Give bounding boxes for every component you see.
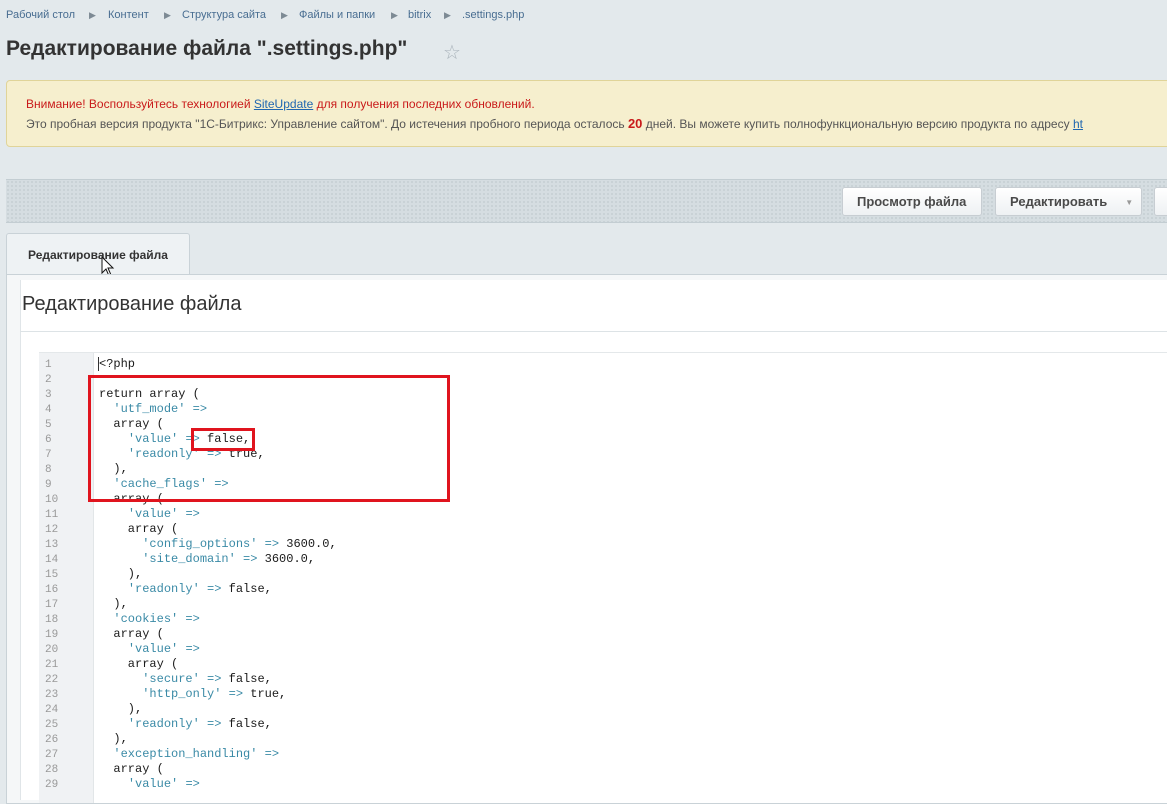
line-number: 28 [45, 764, 59, 776]
line-number: 10 [45, 494, 59, 506]
code-line: array ( [99, 762, 164, 776]
page-title: Редактирование файла ".settings.php" [6, 37, 408, 60]
line-number: 25 [45, 719, 59, 731]
code-line: 'readonly' => false, [127, 582, 272, 596]
notice-warning-prefix: Внимание! Воспользуйтесь технологией [26, 97, 254, 111]
code-line: ), [99, 702, 143, 716]
chevron-right-icon: ▶ [164, 10, 171, 20]
notice-warning-line: Внимание! Воспользуйтесь технологией Sit… [26, 97, 535, 111]
code-line: ), [99, 597, 128, 611]
view-file-label: Просмотр файла [857, 194, 967, 209]
purchase-link[interactable]: ht [1073, 117, 1083, 131]
code-line: 'http_only' => true, [142, 687, 287, 701]
code-line: array ( [99, 627, 164, 641]
code-line: ), [99, 732, 128, 746]
line-number: 13 [45, 539, 59, 551]
siteupdate-link[interactable]: SiteUpdate [254, 97, 313, 111]
toolbar: Просмотр файла Редактировать ▼ [6, 179, 1167, 223]
line-number: 4 [45, 404, 52, 416]
code-line: 'readonly' => false, [127, 717, 272, 731]
view-file-button[interactable]: Просмотр файла [842, 187, 982, 216]
line-number: 6 [45, 434, 52, 446]
line-number: 3 [45, 389, 52, 401]
line-number: 21 [45, 659, 59, 671]
code-line: 'exception_handling' => [113, 747, 280, 761]
breadcrumb-item-desktop[interactable]: Рабочий стол [6, 9, 75, 21]
line-number: 26 [45, 734, 59, 746]
edit-dropdown-button[interactable]: Редактировать ▼ [995, 187, 1142, 216]
line-number: 19 [45, 629, 59, 641]
more-button[interactable] [1154, 187, 1167, 216]
highlight-box-false-value [191, 428, 255, 451]
code-line: array ( [99, 657, 179, 671]
tab-edit-file[interactable]: Редактирование файла [6, 233, 190, 274]
line-number: 24 [45, 704, 59, 716]
line-number: 18 [45, 614, 59, 626]
code-line: 'secure' => false, [142, 672, 272, 686]
code-line: 'site_domain' => 3600.0, [142, 552, 316, 566]
line-number: 11 [45, 509, 59, 521]
line-number: 1 [45, 359, 52, 371]
line-number: 22 [45, 674, 59, 686]
chevron-down-icon: ▼ [1125, 198, 1134, 208]
star-icon[interactable]: ☆ [443, 40, 461, 65]
code-line: <?php [99, 357, 136, 371]
trial-notice: Внимание! Воспользуйтесь технологией Sit… [6, 80, 1167, 147]
line-number: 23 [45, 689, 59, 701]
section-title: Редактирование файла [22, 293, 242, 315]
breadcrumb-item-files-folders[interactable]: Файлы и папки [299, 9, 375, 21]
code-line: 'cookies' => [113, 612, 200, 626]
line-number: 8 [45, 464, 52, 476]
line-number: 29 [45, 779, 59, 791]
breadcrumb-item-content[interactable]: Контент [108, 9, 149, 21]
highlight-box-utf-mode [88, 375, 450, 502]
line-number: 27 [45, 749, 59, 761]
text-cursor [98, 357, 99, 371]
line-number: 12 [45, 524, 59, 536]
breadcrumb-item-current: .settings.php [462, 9, 525, 21]
chevron-right-icon: ▶ [281, 10, 288, 20]
edit-label: Редактировать [1010, 194, 1108, 209]
line-number: 2 [45, 374, 52, 386]
chevron-right-icon: ▶ [391, 10, 398, 20]
line-number: 20 [45, 644, 59, 656]
divider [20, 331, 1167, 332]
line-number: 5 [45, 419, 52, 431]
line-number: 7 [45, 449, 52, 461]
code-line: 'config_options' => 3600.0, [142, 537, 337, 551]
code-line: 'value' => [127, 642, 200, 656]
line-number: 16 [45, 584, 59, 596]
notice-trial-prefix: Это пробная версия продукта "1С-Битрикс:… [26, 117, 628, 131]
line-number: 9 [45, 479, 52, 491]
line-number: 14 [45, 554, 59, 566]
notice-trial-line: Это пробная версия продукта "1С-Битрикс:… [26, 116, 1083, 131]
code-line: ), [99, 567, 143, 581]
trial-days-count: 20 [627, 116, 643, 131]
breadcrumb-item-bitrix[interactable]: bitrix [408, 9, 431, 21]
notice-trial-suffix: дней. Вы можете купить полнофункциональн… [642, 117, 1073, 131]
line-number: 15 [45, 569, 59, 581]
chevron-right-icon: ▶ [444, 10, 451, 20]
notice-warning-suffix: для получения последних обновлений. [313, 97, 535, 111]
line-number: 17 [45, 599, 59, 611]
code-line: 'value' => [127, 507, 200, 521]
chevron-right-icon: ▶ [89, 10, 96, 20]
code-line: array ( [99, 522, 179, 536]
breadcrumb-item-site-structure[interactable]: Структура сайта [182, 9, 266, 21]
